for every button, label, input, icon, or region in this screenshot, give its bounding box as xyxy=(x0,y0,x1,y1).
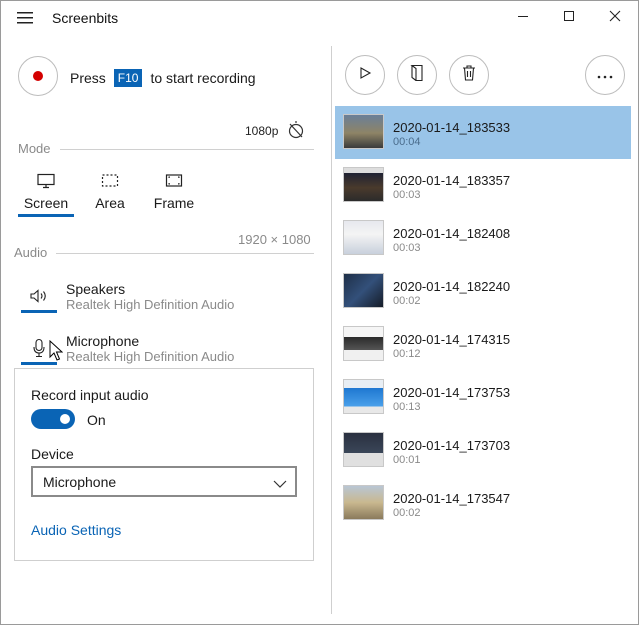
app-window: Screenbits Press F10 to start recording … xyxy=(0,0,639,625)
recording-thumbnail xyxy=(343,326,384,361)
recording-item[interactable]: 2020-01-14_183357 00:03 xyxy=(335,159,631,212)
record-hint: Press F10 to start recording xyxy=(70,69,256,87)
microphone-active-indicator xyxy=(21,362,57,365)
more-icon xyxy=(597,66,613,84)
maximize-button[interactable] xyxy=(546,1,592,35)
audio-source-speakers[interactable]: Speakers Realtek High Definition Audio xyxy=(21,281,321,325)
record-input-audio-label: Record input audio xyxy=(31,387,149,403)
recording-thumbnail xyxy=(343,220,384,255)
capture-dimensions: 1920 × 1080 xyxy=(238,232,311,247)
frame-icon xyxy=(165,171,183,191)
toggle-state-label: On xyxy=(87,412,106,428)
recording-thumbnail xyxy=(343,167,384,202)
recording-duration: 00:13 xyxy=(393,401,421,413)
recording-thumbnail xyxy=(343,114,384,149)
recording-thumbnail xyxy=(343,432,384,467)
microphone-icon xyxy=(27,337,51,359)
recording-duration: 00:02 xyxy=(393,295,421,307)
tab-frame[interactable]: Frame xyxy=(146,171,202,217)
press-label: Press xyxy=(70,70,106,86)
more-button[interactable] xyxy=(585,55,625,95)
recording-item[interactable]: 2020-01-14_173703 00:01 xyxy=(335,424,631,477)
recording-name: 2020-01-14_183357 xyxy=(393,173,511,188)
panel-divider xyxy=(331,46,332,614)
audio-divider xyxy=(56,253,314,254)
start-recording-text: to start recording xyxy=(150,70,256,86)
device-dropdown[interactable]: Microphone xyxy=(31,466,297,497)
audio-section-label: Audio xyxy=(14,245,48,260)
recording-duration: 00:12 xyxy=(393,348,421,360)
minimize-button[interactable] xyxy=(500,1,546,35)
record-input-toggle[interactable] xyxy=(31,409,75,429)
no-cursor-icon[interactable] xyxy=(286,120,306,140)
tab-screen-label: Screen xyxy=(23,195,69,211)
hotkey-badge: F10 xyxy=(113,69,143,87)
microphone-name: Microphone xyxy=(66,333,140,349)
recording-item[interactable]: 2020-01-14_174315 00:12 xyxy=(335,318,631,371)
device-label: Device xyxy=(31,446,74,462)
mode-divider xyxy=(60,149,314,150)
record-icon xyxy=(33,71,43,81)
recording-name: 2020-01-14_173753 xyxy=(393,385,511,400)
open-file-icon xyxy=(410,64,424,87)
recording-duration: 00:01 xyxy=(393,454,421,466)
recording-thumbnail xyxy=(343,273,384,308)
recording-item[interactable]: 2020-01-14_183533 00:04 xyxy=(335,106,631,159)
record-button[interactable] xyxy=(18,56,58,96)
open-file-button[interactable] xyxy=(397,55,437,95)
recording-item[interactable]: 2020-01-14_182408 00:03 xyxy=(335,212,631,265)
app-title: Screenbits xyxy=(52,10,119,26)
delete-button[interactable] xyxy=(449,55,489,95)
tab-frame-label: Frame xyxy=(153,195,195,211)
speakers-name: Speakers xyxy=(66,281,126,297)
close-button[interactable] xyxy=(592,1,638,35)
hamburger-icon[interactable] xyxy=(11,7,39,29)
recordings-list: 2020-01-14_183533 00:04 2020-01-14_18335… xyxy=(335,106,631,530)
tab-area-label: Area xyxy=(95,195,125,211)
delete-icon xyxy=(462,64,476,86)
maximize-icon xyxy=(563,9,575,27)
play-icon xyxy=(358,66,372,85)
tab-screen[interactable]: Screen xyxy=(18,171,74,217)
speaker-icon xyxy=(27,285,51,307)
tab-area[interactable]: Area xyxy=(82,171,138,217)
recording-item[interactable]: 2020-01-14_173547 00:02 xyxy=(335,477,631,530)
recording-duration: 00:04 xyxy=(393,136,421,148)
device-dropdown-value: Microphone xyxy=(43,474,117,490)
monitor-icon xyxy=(37,171,55,191)
area-select-icon xyxy=(101,171,119,191)
recording-name: 2020-01-14_182408 xyxy=(393,226,511,241)
audio-settings-link[interactable]: Audio Settings xyxy=(31,522,121,538)
recording-name: 2020-01-14_173547 xyxy=(393,491,511,506)
recording-thumbnail xyxy=(343,379,384,414)
speakers-active-indicator xyxy=(21,310,57,313)
recording-name: 2020-01-14_174315 xyxy=(393,332,511,347)
close-icon xyxy=(609,9,621,27)
recording-duration: 00:03 xyxy=(393,242,421,254)
microphone-settings-flyout: Record input audio On Device Microphone … xyxy=(14,368,314,561)
speakers-device: Realtek High Definition Audio xyxy=(66,297,235,312)
mouse-cursor-icon xyxy=(49,339,64,362)
mode-section-label: Mode xyxy=(18,141,51,156)
recording-duration: 00:03 xyxy=(393,189,421,201)
recording-thumbnail xyxy=(343,485,384,520)
tab-selected-indicator xyxy=(18,214,74,217)
microphone-device: Realtek High Definition Audio xyxy=(66,349,235,364)
toggle-knob xyxy=(60,414,70,424)
recording-duration: 00:02 xyxy=(393,507,421,519)
recording-item[interactable]: 2020-01-14_173753 00:13 xyxy=(335,371,631,424)
recording-name: 2020-01-14_182240 xyxy=(393,279,511,294)
title-bar: Screenbits xyxy=(1,1,638,35)
recording-name: 2020-01-14_183533 xyxy=(393,120,511,135)
resolution-selector[interactable]: 1080p xyxy=(245,124,278,138)
recording-item[interactable]: 2020-01-14_182240 00:02 xyxy=(335,265,631,318)
play-button[interactable] xyxy=(345,55,385,95)
chevron-down-icon xyxy=(273,476,287,488)
recording-name: 2020-01-14_173703 xyxy=(393,438,511,453)
minimize-icon xyxy=(517,9,529,27)
